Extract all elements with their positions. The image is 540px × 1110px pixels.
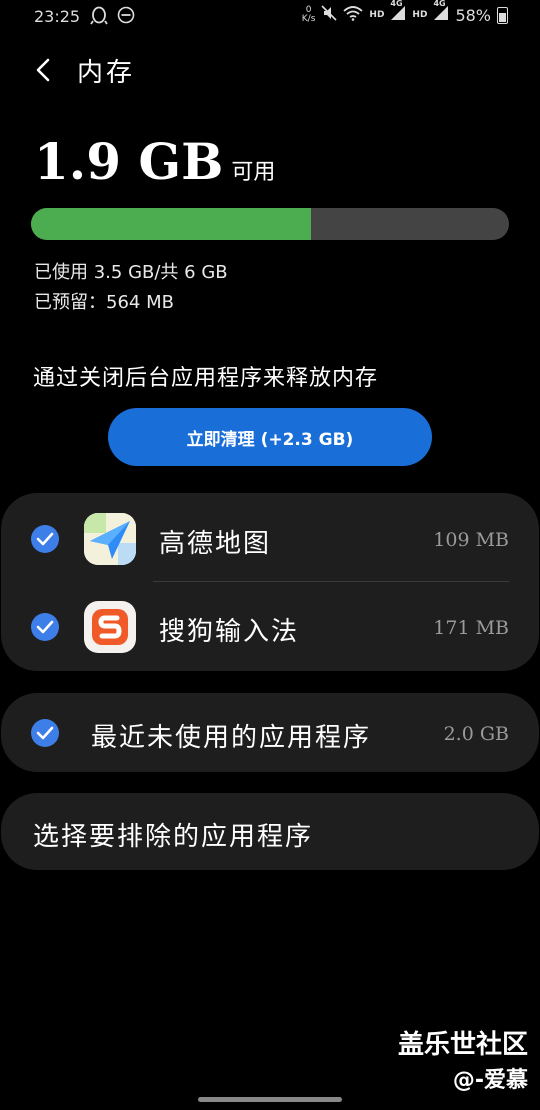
wifi-icon — [343, 5, 364, 25]
unused-apps-size: 2.0 GB — [443, 723, 509, 745]
app-header: 内存 — [0, 50, 540, 90]
list-divider — [153, 581, 509, 582]
available-unit: 可用 — [231, 160, 276, 185]
memory-used-fill — [31, 208, 311, 240]
unused-apps-label: 最近未使用的应用程序 — [91, 723, 372, 753]
watermark-author: @-爱慕 — [452, 1068, 528, 1093]
unused-apps-card[interactable]: 最近未使用的应用程序 2.0 GB — [1, 693, 539, 772]
hd-badge-1: HD — [369, 10, 385, 20]
used-memory-text: 已使用 3.5 GB/共 6 GB — [34, 262, 228, 283]
clean-now-button[interactable]: 立即清理 (+2.3 GB) — [108, 408, 432, 466]
app-name: 高德地图 — [159, 529, 272, 559]
exclude-apps-button[interactable]: 选择要排除的应用程序 — [1, 793, 539, 870]
amap-icon — [84, 513, 136, 565]
back-arrow-icon[interactable] — [30, 52, 60, 82]
signal-icon-2: 4G — [433, 0, 449, 25]
memory-usage-bar — [31, 208, 509, 240]
app-size: 109 MB — [433, 529, 509, 551]
list-item-sogou[interactable]: 搜狗输入法 171 MB — [1, 583, 539, 671]
hd-badge-2: HD — [412, 10, 428, 20]
dnd-icon — [117, 6, 135, 28]
app-name: 搜狗输入法 — [159, 617, 300, 647]
status-bar: 23:25 0 K/s HD 4G HD 4G 58% — [0, 0, 540, 34]
background-apps-card: 高德地图 109 MB 搜狗输入法 171 MB — [1, 493, 539, 671]
watermark-community: 盖乐世社区 — [397, 1030, 528, 1060]
battery-icon — [497, 6, 508, 24]
available-value: 1.9 GB — [34, 132, 224, 191]
qq-icon — [90, 6, 108, 30]
netspeed-indicator: 0 K/s — [301, 5, 316, 24]
checkbox-checked-icon[interactable] — [31, 525, 59, 553]
free-memory-hint: 通过关闭后台应用程序来释放内存 — [33, 366, 379, 391]
battery-percent: 58% — [455, 5, 491, 25]
home-indicator[interactable] — [198, 1097, 342, 1102]
available-memory: 1.9 GB 可用 — [34, 132, 275, 191]
checkbox-checked-icon[interactable] — [31, 613, 59, 641]
reserved-memory-text: 已预留：564 MB — [34, 292, 174, 313]
status-time: 23:25 — [34, 7, 81, 26]
checkbox-checked-icon[interactable] — [31, 719, 59, 747]
signal-icon-1: 4G — [390, 0, 406, 25]
mute-icon — [321, 5, 337, 25]
app-size: 171 MB — [433, 617, 509, 639]
sogou-icon — [84, 601, 136, 653]
list-item-amap[interactable]: 高德地图 109 MB — [1, 495, 539, 583]
exclude-apps-label: 选择要排除的应用程序 — [33, 822, 314, 852]
page-title: 内存 — [77, 58, 136, 88]
